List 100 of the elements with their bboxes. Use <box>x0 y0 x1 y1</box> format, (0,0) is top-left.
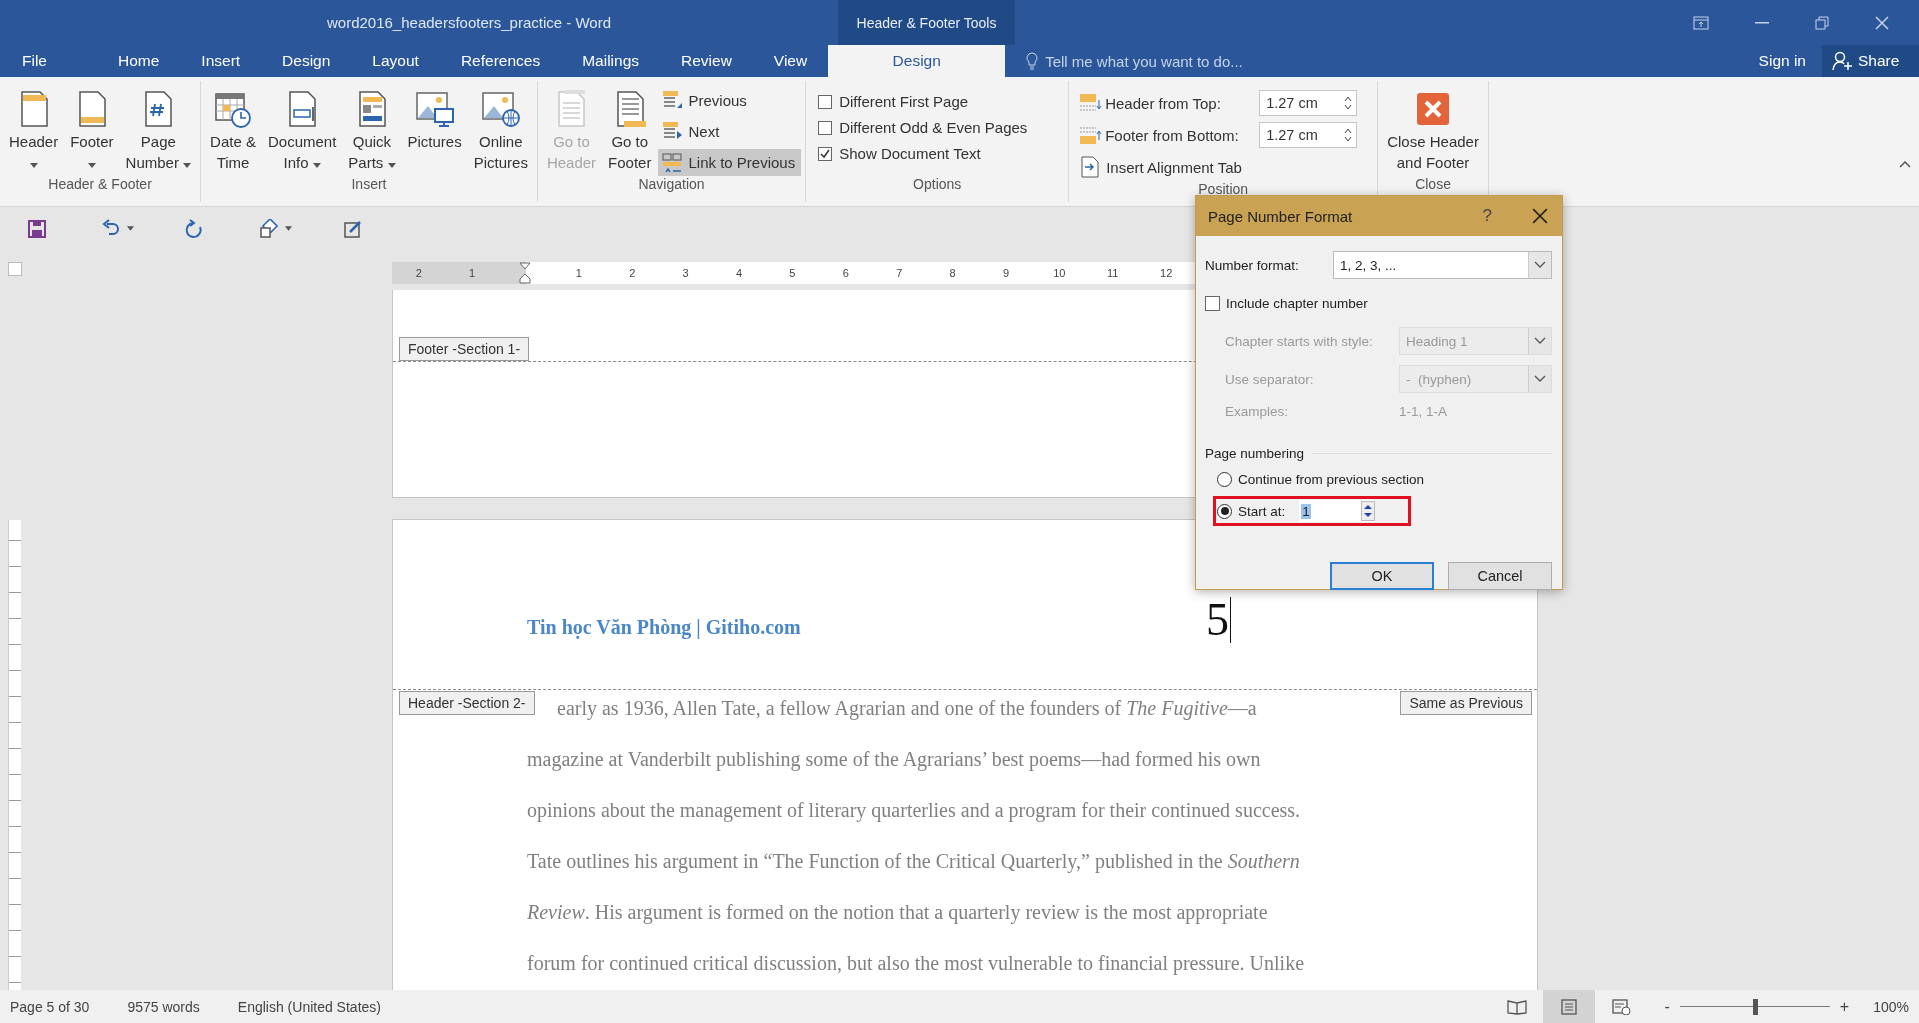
footer-section-tag: Footer -Section 1- <box>399 337 530 361</box>
ruler-number: 9 <box>1000 267 1012 279</box>
close-icon[interactable] <box>1532 208 1548 224</box>
caret-icon <box>183 163 192 168</box>
alignment-tab-icon <box>1079 156 1102 178</box>
document-info-button[interactable]: Document Info <box>262 85 342 175</box>
date-time-button[interactable]: Date & Time <box>205 85 261 175</box>
ruler-number: 2 <box>413 267 424 279</box>
spinner-arrows-icon[interactable] <box>1344 127 1353 143</box>
spinner-arrows-icon[interactable] <box>1361 501 1376 521</box>
radio-button[interactable] <box>1217 471 1232 487</box>
footer-position-icon <box>1079 124 1102 146</box>
contextual-tab-title: Header & Footer Tools <box>838 0 1015 45</box>
zoom-out-button[interactable]: - <box>1660 997 1674 1016</box>
lightbulb-icon <box>1025 52 1040 70</box>
same-as-previous-tag: Same as Previous <box>1400 691 1532 715</box>
radio-button[interactable] <box>1217 503 1232 519</box>
ribbon-tab[interactable]: Review <box>660 45 753 77</box>
radio-label: Start at: <box>1238 503 1286 519</box>
checkbox[interactable] <box>818 94 833 109</box>
caret-icon <box>87 163 96 168</box>
print-view-button[interactable] <box>1542 990 1595 1023</box>
examples-text: 1-1, 1-A <box>1399 403 1448 419</box>
number-format-dropdown[interactable]: 1, 2, 3, ... <box>1333 251 1552 279</box>
group-title: Page numbering <box>1205 445 1305 461</box>
collapse-ribbon-icon[interactable] <box>1899 160 1911 168</box>
body-text-line: magazine at Vanderbilt publishing some of the Agrarians’ best poems—had formed his own <box>527 747 1261 773</box>
word-count[interactable]: 9575 words <box>117 998 200 1015</box>
zoom-thumb[interactable] <box>1752 998 1758 1015</box>
zoom-in-button[interactable]: + <box>1835 997 1854 1016</box>
sign-in-link[interactable]: Sign in <box>1742 45 1822 77</box>
spin-field[interactable]: 1.27 cm <box>1259 90 1358 116</box>
picture-monitor-icon <box>414 89 455 129</box>
group-label: Insert <box>350 176 388 194</box>
page-number-button[interactable]: Page Number <box>120 85 197 175</box>
checkbox[interactable] <box>818 120 833 135</box>
tell-me-field[interactable]: Tell me what you want to do... <box>1025 45 1546 77</box>
close-button[interactable]: Close Header and Footer <box>1382 85 1484 175</box>
minimize-icon[interactable] <box>1755 21 1769 24</box>
book-icon <box>1506 998 1527 1015</box>
field-label: Header from Top: <box>1105 94 1222 112</box>
quick-parts-button[interactable]: Quick Parts <box>343 85 401 175</box>
ribbon-tab[interactable]: View <box>752 45 829 77</box>
dialog-button[interactable]: Cancel <box>1448 562 1552 590</box>
header-position-icon <box>1079 92 1102 114</box>
ribbon-tab[interactable]: Insert <box>180 45 262 77</box>
group-label: Position <box>1197 181 1250 199</box>
ribbon-tab[interactable]: Design <box>261 45 352 77</box>
page-count[interactable]: Page 5 of 30 <box>0 998 90 1015</box>
help-button[interactable]: ? <box>1478 206 1496 226</box>
restore-icon[interactable] <box>1815 15 1829 30</box>
ribbon-tab[interactable]: References <box>439 45 562 77</box>
link-icon <box>661 151 684 174</box>
ruler-number: 1 <box>467 267 478 279</box>
checkbox[interactable] <box>1205 295 1220 311</box>
body-text-line: early as 1936, Allen Tate, a fellow Agrarian and one of the founders of The Fugitive—a <box>557 696 1257 722</box>
dialog-button[interactable]: OK <box>1330 562 1434 590</box>
body-text-line: Review. His argument is formed on the notion that a quarterly review is the most appropriate <box>527 900 1268 926</box>
ruler-number: 8 <box>947 267 958 279</box>
page-number: 5 <box>1206 597 1231 643</box>
share-button[interactable]: Share <box>1822 45 1919 77</box>
checkmark-icon <box>819 147 832 160</box>
picture-globe-icon <box>480 89 521 129</box>
ribbon-tab[interactable]: Layout <box>351 45 440 77</box>
checkbox[interactable] <box>818 146 833 161</box>
language-indicator[interactable]: English (United States) <box>227 998 381 1015</box>
footer-button[interactable]: Footer <box>65 85 119 175</box>
body-text-line: Tate outlines his argument in “The Function of the Critical Quarterly,” published in the Southern <box>527 849 1300 875</box>
person-add-icon <box>1832 51 1852 71</box>
header-button[interactable]: Header <box>4 85 64 175</box>
zoom-level[interactable]: 100% <box>1873 998 1909 1015</box>
start-at-field[interactable]: 1 <box>1299 500 1376 522</box>
ruler-number: 2 <box>627 267 638 279</box>
online-pictures-button[interactable]: Online Pictures <box>468 85 533 175</box>
link-to-previous-button[interactable]: Link to Previous <box>658 149 802 176</box>
ribbon-tab[interactable]: File <box>0 45 67 77</box>
ruler-number: 11 <box>1105 267 1121 279</box>
spinner-arrows-icon[interactable] <box>1344 95 1353 111</box>
ruler-number: 3 <box>680 267 691 279</box>
previous-button[interactable]: Previous <box>658 87 802 114</box>
caret-icon <box>29 163 38 168</box>
spin-field[interactable]: 1.27 cm <box>1259 122 1358 148</box>
pictures-button[interactable]: Pictures <box>402 85 467 154</box>
ribbon-tab[interactable]: Mailings <box>561 45 661 77</box>
indent-marker-icon[interactable] <box>519 262 532 284</box>
caret-icon <box>127 226 134 231</box>
field-label: Examples: <box>1225 403 1290 419</box>
header-section-tag: Header -Section 2- <box>399 691 535 715</box>
ribbon-tab[interactable]: Design <box>828 45 1006 77</box>
insert-alignment-tab-button[interactable]: Insert Alignment Tab <box>1079 156 1242 178</box>
body-text-line: forum for continued critical discussion, but also the most vulnerable to financial pressure. Unlike <box>527 951 1305 977</box>
shapes-icon[interactable] <box>259 218 279 239</box>
go-to-footer-button[interactable]: Go to Footer <box>603 85 657 175</box>
ribbon-tab[interactable]: Home <box>97 45 181 77</box>
ruler-number: 10 <box>1051 267 1068 279</box>
next-button[interactable]: Next <box>658 118 802 145</box>
ribbon-display-icon[interactable] <box>1693 15 1709 30</box>
field-label: Footer from Bottom: <box>1105 126 1240 144</box>
dialog-title: Page Number Format <box>1208 207 1353 225</box>
group-label: Close <box>1414 176 1452 194</box>
